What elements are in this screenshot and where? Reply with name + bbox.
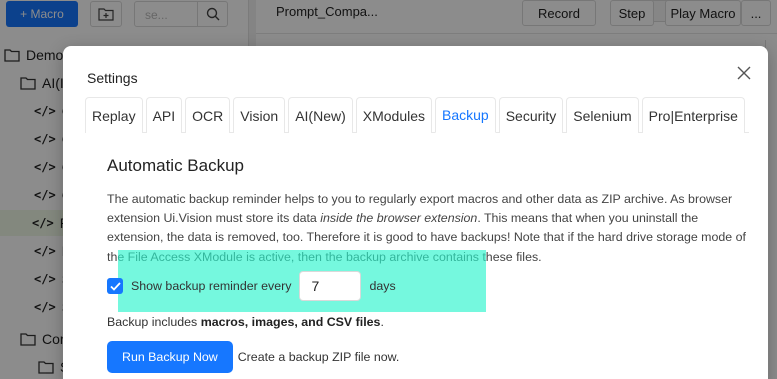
- close-button[interactable]: [737, 66, 753, 82]
- run-backup-button[interactable]: Run Backup Now: [107, 341, 233, 373]
- section-title: Automatic Backup: [107, 156, 245, 175]
- reminder-row: Show backup reminder every days: [107, 271, 396, 301]
- tab-security[interactable]: Security: [498, 97, 564, 133]
- tab-ai-new[interactable]: AI(New): [288, 97, 353, 133]
- run-backup-note: Create a backup ZIP file now.: [237, 350, 400, 364]
- tab-ocr[interactable]: OCR: [185, 97, 231, 133]
- close-icon: [737, 66, 751, 80]
- reminder-label: Show backup reminder every: [131, 279, 292, 293]
- reminder-checkbox[interactable]: [107, 278, 123, 294]
- dialog-title: Settings: [87, 70, 138, 86]
- tab-xmodules[interactable]: XModules: [355, 97, 433, 133]
- tab-pro-enterprise[interactable]: Pro|Enterprise: [641, 97, 745, 133]
- tab-api[interactable]: API: [145, 97, 183, 133]
- settings-tabs: Replay API OCR Vision AI(New) XModules B…: [85, 97, 749, 133]
- tab-backup[interactable]: Backup: [435, 97, 496, 133]
- includes-suffix: .: [380, 315, 384, 329]
- tab-selenium[interactable]: Selenium: [566, 97, 639, 133]
- days-label: days: [369, 279, 396, 293]
- tab-vision[interactable]: Vision: [233, 97, 286, 133]
- includes-prefix: Backup includes: [107, 315, 201, 329]
- run-backup-row: Run Backup Now Create a backup ZIP file …: [107, 341, 399, 373]
- tab-replay[interactable]: Replay: [85, 97, 143, 133]
- reminder-days-input[interactable]: [299, 271, 362, 301]
- includes-bold: macros, images, and CSV files: [200, 315, 381, 329]
- backup-includes-text: Backup includes macros, images, and CSV …: [107, 315, 384, 329]
- desc-emphasis: inside the browser extension: [320, 211, 478, 226]
- checkmark-icon: [109, 281, 121, 291]
- settings-dialog: Settings Replay API OCR Vision AI(New) X…: [63, 46, 768, 379]
